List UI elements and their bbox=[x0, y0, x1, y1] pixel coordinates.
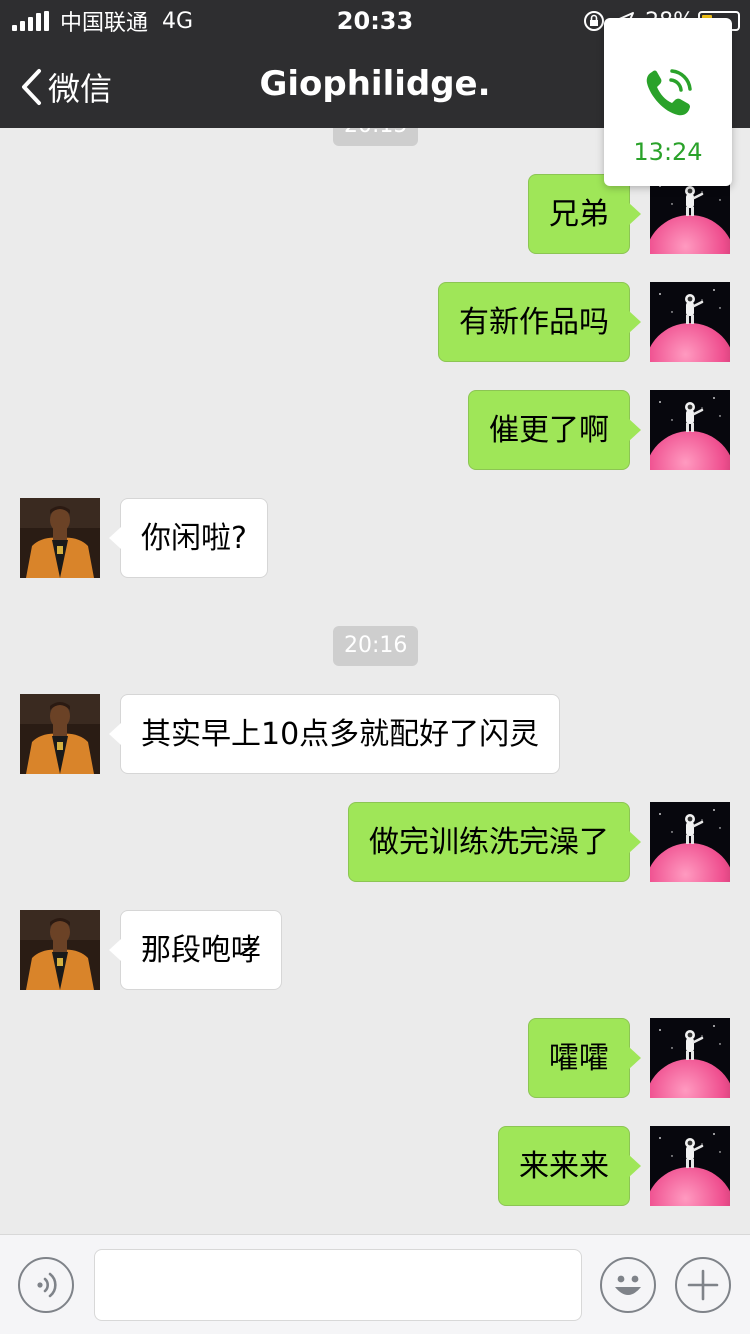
timestamp: 20:16 bbox=[333, 626, 419, 666]
emoji-button[interactable] bbox=[600, 1257, 656, 1313]
orientation-lock-icon bbox=[584, 11, 605, 31]
message-bubble-sent[interactable]: 有新作品吗 bbox=[438, 282, 641, 362]
message-input[interactable] bbox=[94, 1249, 582, 1321]
avatar[interactable] bbox=[20, 498, 100, 578]
avatar[interactable] bbox=[650, 282, 730, 362]
emoji-icon bbox=[615, 1275, 641, 1295]
message-bubble-received[interactable]: 那段咆哮 bbox=[109, 910, 282, 990]
message-bubble-sent[interactable]: 兄弟 bbox=[528, 174, 641, 254]
timestamp: 20:15 bbox=[333, 128, 419, 146]
more-button[interactable] bbox=[675, 1257, 731, 1313]
voice-icon bbox=[37, 1272, 57, 1298]
input-bar bbox=[0, 1234, 750, 1334]
avatar[interactable] bbox=[20, 910, 100, 990]
person-photo-image bbox=[20, 498, 100, 578]
astronaut-planet-image bbox=[650, 1126, 730, 1206]
message-bubble-sent[interactable]: 催更了啊 bbox=[468, 390, 641, 470]
astronaut-planet-image bbox=[650, 1018, 730, 1098]
message-bubble-received[interactable]: 其实早上10点多就配好了闪灵 bbox=[108, 694, 561, 774]
chat-area[interactable]: 20:15 兄弟 有新作品吗 催更了啊 你闲啦? 20:16 其实早上10点多就… bbox=[0, 128, 750, 1234]
person-photo-image bbox=[20, 910, 100, 990]
astronaut-planet-image bbox=[650, 174, 730, 254]
call-widget[interactable]: 13:24 bbox=[604, 18, 732, 186]
message-bubble-received[interactable]: 你闲啦? bbox=[109, 498, 268, 578]
astronaut-planet-image bbox=[650, 390, 730, 470]
message-bubble-sent[interactable]: 来来来 bbox=[498, 1126, 641, 1206]
call-duration: 13:24 bbox=[633, 138, 703, 166]
person-photo-image bbox=[20, 694, 100, 774]
message-bubble-sent[interactable]: 做完训练洗完澡了 bbox=[348, 802, 641, 882]
avatar[interactable] bbox=[650, 1126, 730, 1206]
voice-button[interactable] bbox=[18, 1257, 74, 1313]
avatar[interactable] bbox=[650, 390, 730, 470]
phone-icon bbox=[646, 69, 692, 116]
astronaut-planet-image bbox=[650, 282, 730, 362]
plus-icon bbox=[687, 1269, 719, 1301]
avatar[interactable] bbox=[650, 174, 730, 254]
avatar[interactable] bbox=[650, 802, 730, 882]
message-bubble-sent[interactable]: 嚯嚯 bbox=[528, 1018, 641, 1098]
avatar[interactable] bbox=[650, 1018, 730, 1098]
avatar[interactable] bbox=[20, 694, 100, 774]
astronaut-planet-image bbox=[650, 802, 730, 882]
